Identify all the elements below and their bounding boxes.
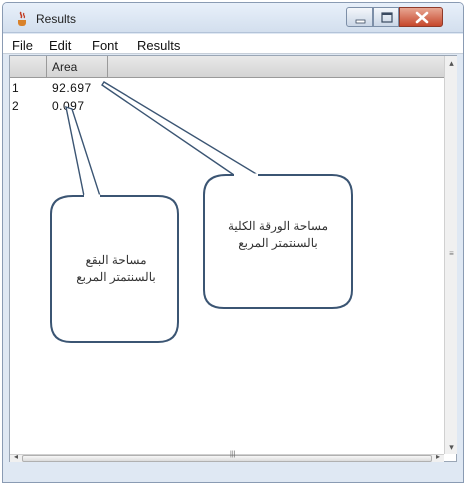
table-header: Area <box>10 56 444 78</box>
area-value: 0.097 <box>52 99 85 113</box>
java-cup-icon <box>18 11 26 26</box>
minimize-icon <box>355 19 366 24</box>
table-row[interactable]: 1 92.697 <box>10 79 210 97</box>
minimize-button[interactable] <box>346 7 373 27</box>
vertical-scrollbar[interactable]: ▴ ≡ ▾ <box>444 56 457 454</box>
horizontal-scroll-thumb[interactable] <box>22 455 432 462</box>
callout-text-spots-area: مساحة البقع بالسنتمتر المربع <box>60 252 172 286</box>
window-title: Results <box>36 12 77 26</box>
menu-edit[interactable]: Edit <box>49 38 71 53</box>
column-header-index[interactable] <box>10 56 47 78</box>
menu-file[interactable]: File <box>12 38 33 53</box>
title-bar[interactable]: Results <box>3 3 463 33</box>
scroll-grip-icon: ≡ <box>449 249 454 258</box>
row-index: 2 <box>12 99 19 113</box>
callout-text-total-leaf-area: مساحة الورقة الكلية بالسنتمتر المربع <box>208 218 348 252</box>
callout-line: مساحة الورقة الكلية <box>227 219 329 233</box>
table-row[interactable]: 2 0.097 <box>10 97 210 115</box>
menu-results[interactable]: Results <box>137 38 180 53</box>
scroll-down-arrow-icon[interactable]: ▾ <box>445 440 458 454</box>
horizontal-scrollbar[interactable]: ◂ ||| ▸ <box>10 451 444 462</box>
row-index: 1 <box>12 81 19 95</box>
area-value: 92.697 <box>52 81 92 95</box>
scroll-up-arrow-icon[interactable]: ▴ <box>445 56 458 70</box>
scroll-left-arrow-icon[interactable]: ◂ <box>10 452 22 462</box>
callout-line: بالسنتمتر المربع <box>238 236 318 250</box>
close-icon <box>415 11 429 24</box>
close-button[interactable] <box>399 7 443 27</box>
column-header-area[interactable]: Area <box>47 56 108 78</box>
maximize-icon <box>381 12 393 23</box>
callout-line: مساحة البقع <box>85 253 147 267</box>
scroll-grip-icon: ||| <box>230 451 236 458</box>
menu-font[interactable]: Font <box>92 38 118 53</box>
menu-bar: File Edit Font Results <box>3 34 463 54</box>
scroll-right-arrow-icon[interactable]: ▸ <box>432 452 444 462</box>
callout-line: بالسنتمتر المربع <box>76 270 156 284</box>
maximize-button[interactable] <box>373 7 399 27</box>
